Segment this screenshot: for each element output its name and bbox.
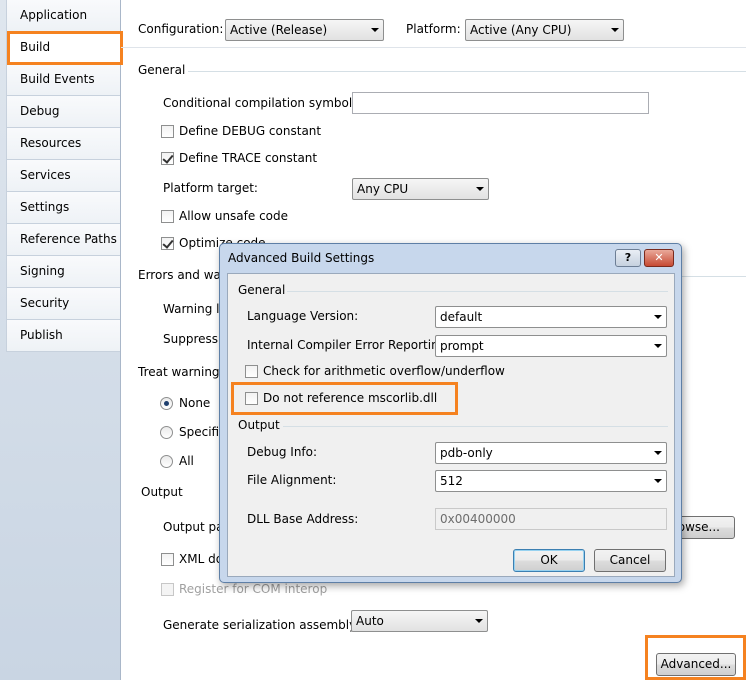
dialog-output-header: Output — [238, 418, 280, 432]
advanced-button-highlight — [645, 635, 746, 680]
dll-base-label: DLL Base Address: — [247, 512, 359, 526]
language-version-label: Language Version: — [247, 309, 359, 323]
tab-security[interactable]: Security — [6, 288, 120, 320]
check-overflow-label: Check for arithmetic overflow/underflow — [263, 364, 505, 378]
output-header: Output — [141, 485, 183, 499]
general-group-line — [188, 71, 746, 72]
tab-signing[interactable]: Signing — [6, 256, 120, 288]
icer-label: Internal Compiler Error Reporting: — [247, 338, 451, 352]
chevron-down-icon — [371, 28, 379, 32]
close-icon: ✕ — [654, 251, 664, 264]
warning-level-label: Warning le — [163, 302, 227, 316]
define-debug-checkbox[interactable] — [161, 125, 174, 138]
errors-group-line — [682, 276, 746, 277]
ok-button[interactable]: OK — [513, 549, 585, 572]
general-header: General — [138, 63, 186, 77]
mscorlib-highlight — [231, 382, 458, 415]
optimize-code-checkbox[interactable] — [161, 237, 174, 250]
tab-settings[interactable]: Settings — [6, 192, 120, 224]
page-divider — [120, 0, 121, 680]
top-separator — [121, 47, 746, 48]
chevron-down-icon — [654, 315, 662, 319]
debug-info-label: Debug Info: — [247, 445, 318, 459]
chevron-down-icon — [654, 479, 662, 483]
platform-label: Platform: — [406, 22, 461, 36]
treat-warnings-specific-radio[interactable] — [160, 426, 173, 439]
tab-build-events[interactable]: Build Events — [6, 64, 120, 96]
dialog-general-line — [287, 291, 668, 292]
chevron-down-icon — [475, 619, 483, 623]
language-version-select[interactable]: default — [435, 306, 667, 328]
platform-select[interactable]: Active (Any CPU) — [465, 19, 624, 41]
debug-info-select[interactable]: pdb-only — [435, 442, 667, 464]
treat-warnings-none-label: None — [179, 396, 211, 410]
help-button[interactable]: ? — [615, 249, 641, 267]
conditional-symbols-label: Conditional compilation symbols: — [163, 96, 363, 110]
define-trace-label: Define TRACE constant — [179, 151, 318, 165]
tab-publish[interactable]: Publish — [6, 320, 120, 352]
close-button[interactable]: ✕ — [644, 249, 674, 267]
treat-warnings-all-radio[interactable] — [160, 455, 173, 468]
tab-reference-paths[interactable]: Reference Paths — [6, 224, 120, 256]
xml-doc-label: XML do — [179, 552, 224, 566]
define-trace-checkbox[interactable] — [161, 152, 174, 165]
treat-warnings-header: Treat warnings — [138, 365, 226, 379]
dialog-output-line — [283, 426, 668, 427]
dialog-body: General Language Version: default Intern… — [227, 273, 675, 577]
chevron-down-icon — [476, 187, 484, 191]
property-tab-strip: Application Build Build Events Debug Res… — [0, 0, 120, 680]
platform-target-select[interactable]: Any CPU — [352, 178, 489, 200]
tab-resources[interactable]: Resources — [6, 128, 120, 160]
register-com-checkbox[interactable] — [161, 583, 174, 596]
chevron-down-icon — [611, 28, 619, 32]
gen-serialization-label: Generate serialization assembly: — [163, 618, 360, 632]
gen-serialization-select[interactable]: Auto — [351, 610, 488, 632]
check-overflow-checkbox[interactable] — [245, 365, 258, 378]
dll-base-input[interactable]: 0x00400000 — [435, 508, 667, 530]
tab-application[interactable]: Application — [6, 0, 120, 32]
treat-warnings-none-radio[interactable] — [160, 397, 173, 410]
tab-debug[interactable]: Debug — [6, 96, 120, 128]
xml-doc-checkbox[interactable] — [161, 553, 174, 566]
register-com-label: Register for COM interop — [179, 582, 328, 596]
configuration-select[interactable]: Active (Release) — [225, 19, 384, 41]
dialog-title: Advanced Build Settings — [228, 251, 375, 265]
file-alignment-select[interactable]: 512 — [435, 470, 667, 492]
tab-services[interactable]: Services — [6, 160, 120, 192]
cancel-button[interactable]: Cancel — [594, 549, 666, 572]
build-tab-highlight — [7, 31, 123, 65]
conditional-symbols-input[interactable] — [352, 92, 649, 114]
configuration-label: Configuration: — [138, 22, 224, 36]
chevron-down-icon — [654, 451, 662, 455]
allow-unsafe-label: Allow unsafe code — [179, 209, 289, 223]
treat-warnings-all-label: All — [179, 454, 194, 468]
allow-unsafe-checkbox[interactable] — [161, 210, 174, 223]
platform-target-label: Platform target: — [163, 181, 258, 195]
define-debug-label: Define DEBUG constant — [179, 124, 322, 138]
icer-select[interactable]: prompt — [435, 335, 667, 357]
chevron-down-icon — [654, 344, 662, 348]
file-alignment-label: File Alignment: — [247, 473, 337, 487]
dialog-general-header: General — [238, 283, 286, 297]
